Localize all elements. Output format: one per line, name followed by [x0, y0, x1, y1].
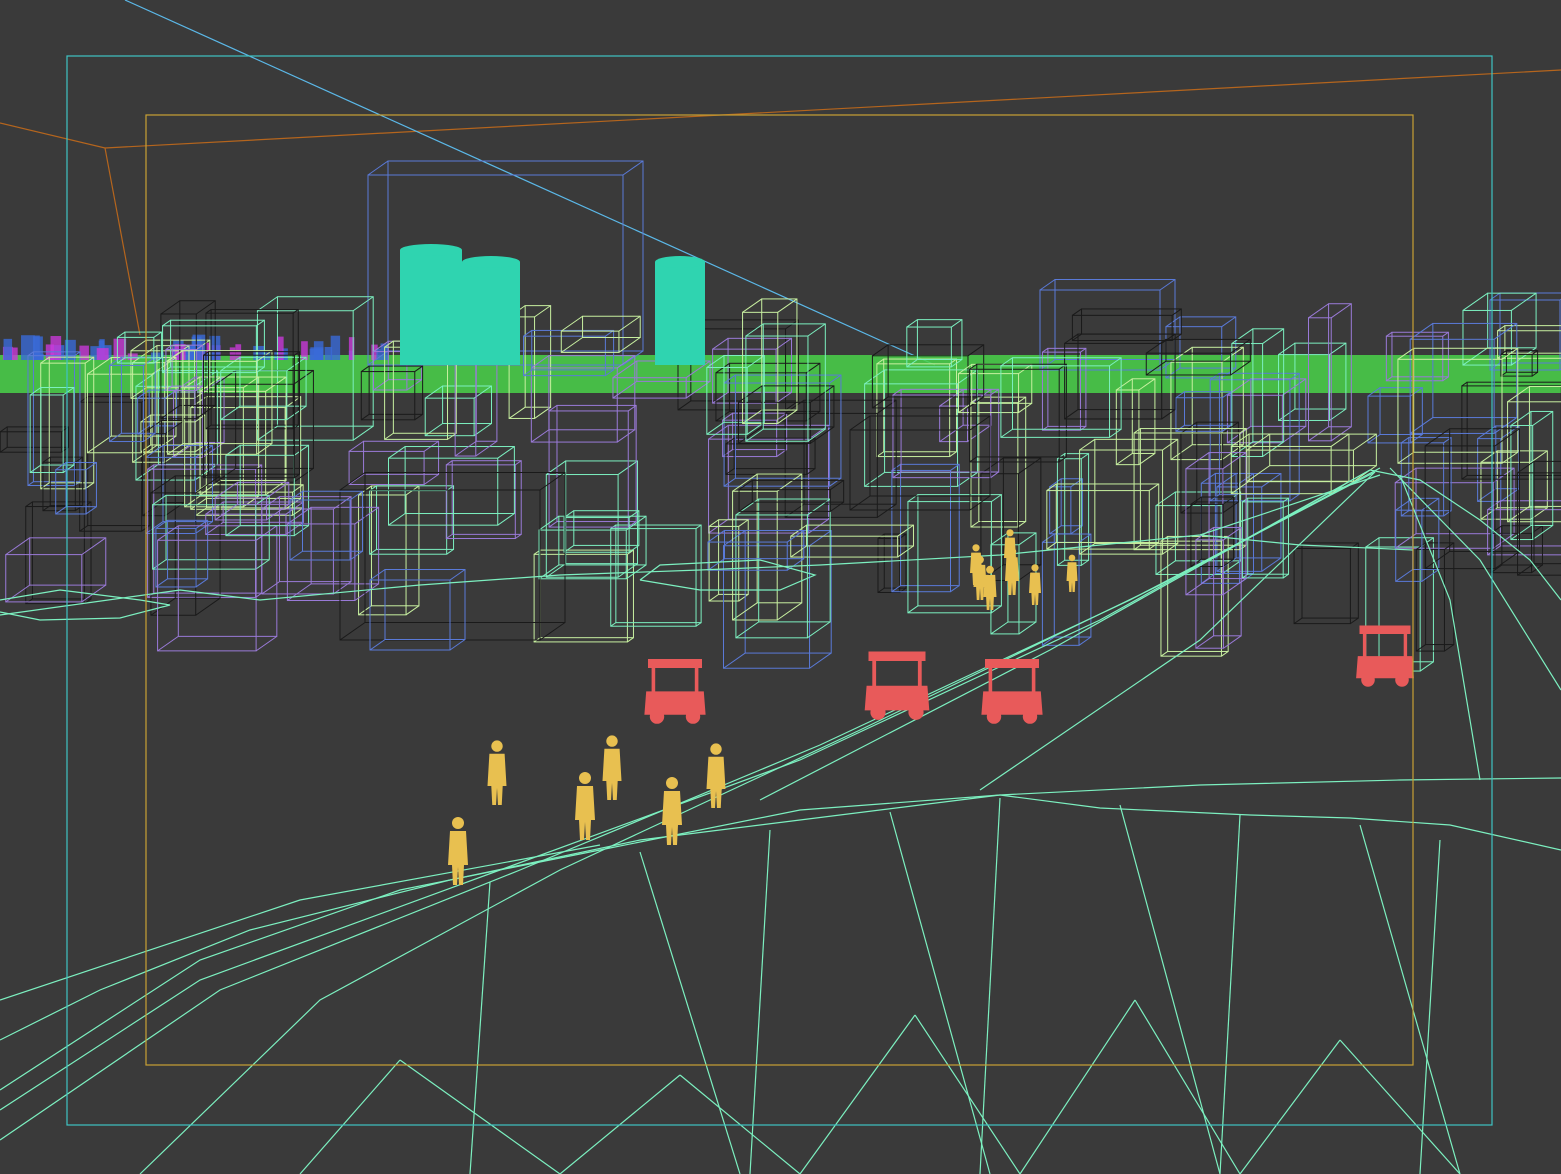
golf-cart [864, 651, 930, 720]
terrain-facet [1419, 839, 1441, 1174]
terrain-edge [0, 469, 1371, 1111]
building-wireframe [1071, 308, 1182, 342]
skyline-building [310, 347, 324, 360]
building-wireframe [1216, 473, 1282, 572]
building-wireframe [1046, 483, 1160, 550]
terrain-edge [1399, 474, 1481, 781]
tower [655, 262, 705, 365]
person-figure [487, 740, 507, 805]
person-figure [1029, 564, 1041, 605]
terrain-facet [914, 1014, 1021, 1174]
terrain-edge [0, 794, 1001, 1091]
building-wireframe [707, 529, 805, 571]
golf-cart [1356, 625, 1414, 687]
skyline-building [96, 348, 109, 360]
building-wireframe [1293, 542, 1359, 625]
3d-viewport[interactable] [0, 0, 1561, 1174]
terrain-edge [139, 467, 1381, 1174]
terrain-facet [889, 811, 991, 1174]
terrain-facet [799, 1014, 916, 1174]
building-wireframe [563, 510, 640, 553]
terrain-facet [299, 1059, 401, 1174]
building-wireframe [369, 485, 455, 555]
building-wireframe [738, 479, 845, 512]
building-wireframe [560, 315, 641, 353]
building-wireframes [0, 160, 1561, 672]
building-wireframe [369, 569, 466, 651]
building-wireframe [545, 460, 639, 578]
terrain-facet [639, 851, 741, 1174]
building-wireframe [25, 501, 92, 605]
golf-cart [644, 659, 706, 724]
tower [400, 250, 462, 365]
tower [462, 262, 520, 365]
terrain-facet [1359, 824, 1461, 1174]
building-wireframe [348, 440, 440, 485]
person-figure [575, 772, 595, 840]
building-wireframe [1175, 391, 1232, 432]
wireframe-scene[interactable] [0, 0, 1561, 1174]
terrain-edge [639, 559, 817, 591]
golf-cart [981, 659, 1043, 724]
terrain-facet [1219, 814, 1241, 1174]
skyline-building [229, 347, 236, 360]
building-wireframe [0, 426, 69, 453]
skyline-building [277, 336, 284, 360]
building-wireframe [1190, 496, 1235, 568]
camera-target-line [124, 0, 936, 366]
golf-carts [644, 625, 1414, 724]
terrain-facet [1339, 1039, 1461, 1174]
tower-top [400, 244, 462, 256]
horizon-line [0, 69, 1561, 149]
terrain-facet [1239, 1039, 1341, 1174]
building-wireframe [424, 385, 492, 437]
towers [400, 244, 705, 365]
building-wireframe [891, 463, 960, 593]
building-wireframe [1049, 478, 1083, 535]
terrain-facet [1019, 999, 1136, 1174]
building-wireframe [849, 415, 991, 511]
terrain-facet [399, 1059, 561, 1174]
terrain-edge [0, 471, 1376, 1141]
skyline-building [79, 345, 89, 360]
terrain-mesh [0, 467, 1561, 1174]
skyline-building [3, 338, 13, 360]
skyline-building [50, 336, 62, 360]
person-figure [448, 817, 468, 885]
terrain-edge [999, 794, 1561, 851]
skyline-building [34, 352, 41, 360]
horizon-line [104, 147, 141, 336]
tower-top [462, 256, 520, 268]
tower-top [655, 256, 705, 268]
building-wireframe [1517, 460, 1561, 576]
person-figure [706, 743, 726, 808]
building-wireframe [610, 524, 702, 627]
building-wireframe [548, 404, 637, 528]
skyline-building [330, 335, 341, 360]
terrain-facet [469, 881, 491, 1174]
building-wireframe [261, 496, 352, 595]
terrain-facet [1119, 804, 1221, 1174]
person-figure [602, 735, 622, 800]
terrain-facet [749, 829, 771, 1174]
